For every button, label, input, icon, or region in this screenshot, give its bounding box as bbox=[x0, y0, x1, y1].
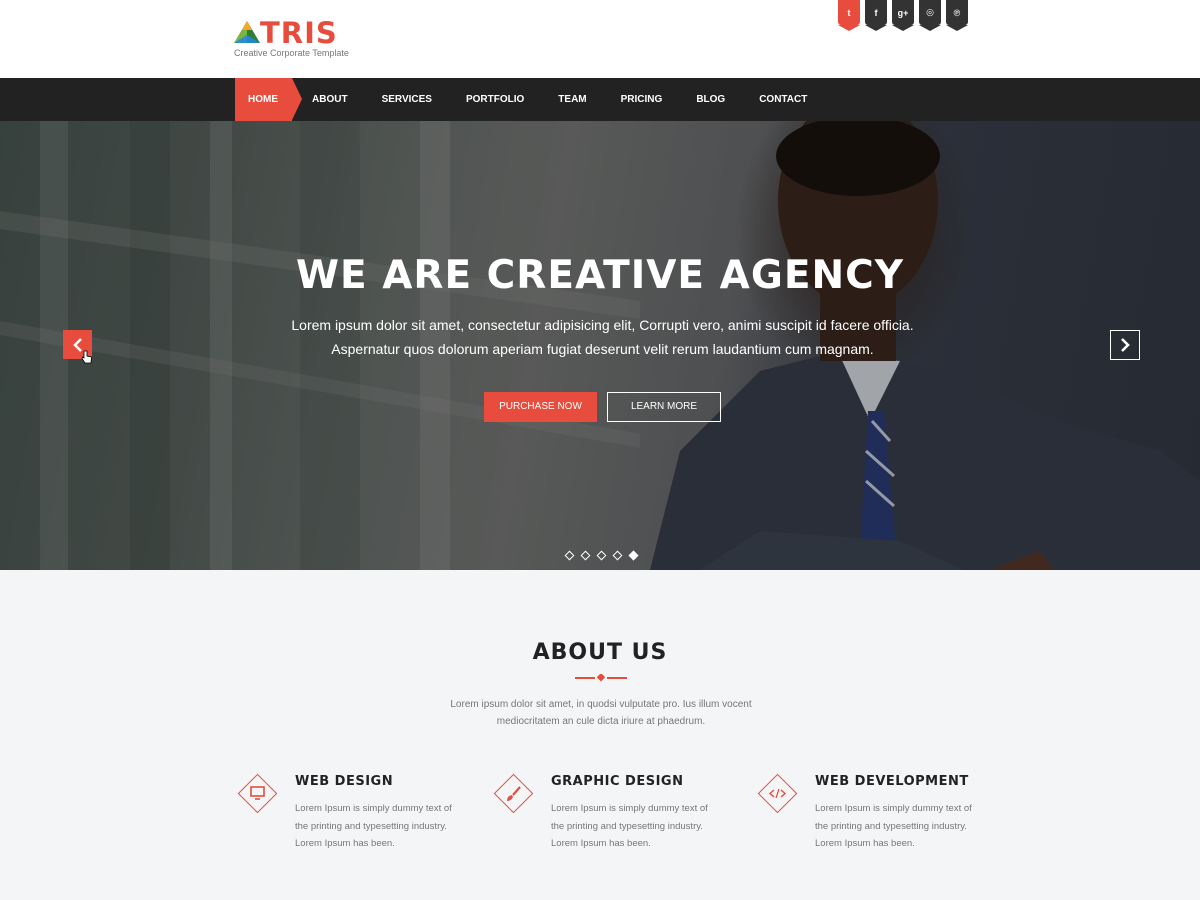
top-header: TRIS Creative Corporate Template t f g+ … bbox=[0, 0, 1200, 78]
hero-title: WE ARE CREATIVE AGENCY bbox=[296, 253, 904, 298]
about-title: ABOUT US bbox=[532, 640, 668, 665]
google-plus-icon[interactable]: g+ bbox=[892, 0, 914, 31]
purchase-now-button[interactable]: PURCHASE NOW bbox=[484, 392, 597, 422]
slider-pagination bbox=[564, 550, 639, 561]
section-divider bbox=[575, 674, 627, 682]
service-text: Lorem Ipsum is simply dummy text of the … bbox=[295, 803, 452, 849]
slider-dot[interactable] bbox=[564, 550, 575, 561]
nav-home[interactable]: HOME bbox=[235, 78, 302, 121]
facebook-icon[interactable]: f bbox=[865, 0, 887, 31]
nav-team[interactable]: TEAM bbox=[541, 78, 603, 121]
service-text: Lorem Ipsum is simply dummy text of the … bbox=[815, 803, 972, 849]
nav-services[interactable]: SERVICES bbox=[365, 78, 449, 121]
slider-dot[interactable] bbox=[612, 550, 623, 561]
slider-dot[interactable] bbox=[596, 550, 607, 561]
service-web-design: WEB DESIGN Lorem Ipsum is simply dummy t… bbox=[235, 771, 475, 871]
logo-triangle-icon bbox=[234, 21, 260, 43]
logo-text: TRIS bbox=[260, 16, 338, 50]
service-title: GRAPHIC DESIGN bbox=[551, 774, 684, 789]
pinterest-icon[interactable]: ℗ bbox=[946, 0, 968, 31]
slider-dot[interactable] bbox=[580, 550, 591, 561]
nav-about[interactable]: ABOUT bbox=[295, 78, 365, 121]
monitor-icon bbox=[237, 773, 278, 814]
dribbble-icon[interactable]: ◎ bbox=[919, 0, 941, 31]
nav-portfolio[interactable]: PORTFOLIO bbox=[449, 78, 541, 121]
logo-tagline: Creative Corporate Template bbox=[234, 48, 349, 58]
service-graphic-design: GRAPHIC DESIGN Lorem Ipsum is simply dum… bbox=[491, 771, 731, 871]
nav-blog[interactable]: BLOG bbox=[679, 78, 742, 121]
code-icon bbox=[757, 773, 798, 814]
twitter-icon[interactable]: t bbox=[838, 0, 860, 31]
hero-description: Lorem ipsum dolor sit amet, consectetur … bbox=[291, 317, 914, 357]
service-web-development: WEB DEVELOPMENT Lorem Ipsum is simply du… bbox=[755, 771, 995, 871]
nav-contact[interactable]: CONTACT bbox=[742, 78, 824, 121]
hand-cursor-icon bbox=[81, 350, 92, 364]
slider-dot-active[interactable] bbox=[628, 550, 639, 561]
main-nav: HOME ABOUT SERVICES PORTFOLIO TEAM PRICI… bbox=[235, 78, 824, 121]
nav-pricing[interactable]: PRICING bbox=[604, 78, 680, 121]
paint-brush-icon bbox=[493, 773, 534, 814]
about-description: Lorem ipsum dolor sit amet, in quodsi vu… bbox=[450, 699, 752, 727]
main-navbar: HOME ABOUT SERVICES PORTFOLIO TEAM PRICI… bbox=[0, 78, 1200, 121]
hero-slider: WE ARE CREATIVE AGENCY Lorem ipsum dolor… bbox=[0, 121, 1200, 570]
chevron-right-icon bbox=[1121, 338, 1130, 352]
social-links: t f g+ ◎ ℗ bbox=[838, 0, 968, 31]
learn-more-button[interactable]: LEARN MORE bbox=[607, 392, 721, 422]
service-title: WEB DESIGN bbox=[295, 774, 394, 789]
service-text: Lorem Ipsum is simply dummy text of the … bbox=[551, 803, 708, 849]
service-title: WEB DEVELOPMENT bbox=[815, 774, 969, 789]
slider-next-button[interactable] bbox=[1110, 330, 1140, 360]
